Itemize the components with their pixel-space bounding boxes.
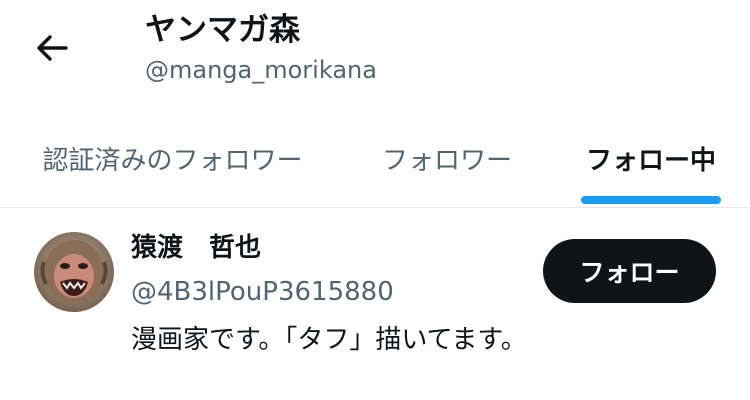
follow-button[interactable]: フォロー [543,239,716,303]
avatar[interactable] [34,232,114,312]
page-handle: @manga_morikana [145,56,377,84]
user-bio: 漫画家です。「タフ」描いてます。 [131,325,527,355]
tab-followers[interactable]: フォロワー [372,110,522,206]
page-title: ヤンマガ森 [145,12,300,48]
profile-header: ヤンマガ森 @manga_morikana [0,0,750,110]
back-button[interactable] [30,28,74,68]
monkey-face-icon [34,232,114,312]
tab-bar: 認証済みのフォロワー フォロワー フォロー中 [0,110,750,208]
tab-following[interactable]: フォロー中 [578,110,724,206]
tab-verified-followers[interactable]: 認証済みのフォロワー [30,110,315,206]
user-name[interactable]: 猿渡 哲也 [131,230,261,266]
user-handle[interactable]: @4B3lPouP3615880 [131,274,394,310]
arrow-left-icon [37,35,68,61]
active-tab-indicator [581,196,721,204]
user-list-item[interactable]: 猿渡 哲也 @4B3lPouP3615880 漫画家です。「タフ」描いてます。 … [0,208,750,368]
